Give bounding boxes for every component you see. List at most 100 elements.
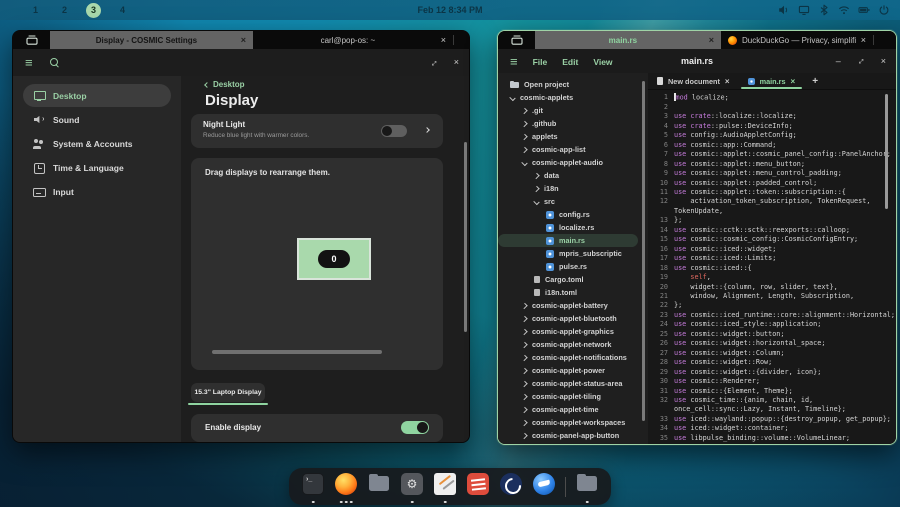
tree-item-cosmic-applet-audio[interactable]: cosmic-applet-audio bbox=[498, 156, 648, 169]
tree-item-data[interactable]: data bbox=[498, 169, 648, 182]
vertical-scrollbar[interactable] bbox=[885, 94, 888, 209]
power-icon[interactable] bbox=[878, 4, 890, 16]
dock-item-thunderbird[interactable] bbox=[532, 468, 556, 505]
enable-display-toggle[interactable] bbox=[401, 421, 429, 434]
tree-item-cosmic-applet-status-area[interactable]: cosmic-applet-status-area bbox=[498, 377, 648, 390]
document-tabs: New document×main.rs×+ bbox=[648, 73, 896, 90]
workspace-3[interactable]: 3 bbox=[86, 3, 101, 18]
tree-item-mpris-subscriptic[interactable]: mpris_subscriptic bbox=[498, 247, 648, 260]
sidebar-item-sound[interactable]: Sound bbox=[23, 108, 171, 131]
tree-item-cosmic-applet-bluetooth[interactable]: cosmic-applet-bluetooth bbox=[498, 312, 648, 325]
sidebar-item-system-accounts[interactable]: System & Accounts bbox=[23, 132, 171, 155]
vertical-scrollbar[interactable] bbox=[642, 81, 645, 421]
close-tab-icon[interactable]: × bbox=[725, 77, 730, 86]
tree-item-cosmic-applet-battery[interactable]: cosmic-applet-battery bbox=[498, 299, 648, 312]
horizontal-scrollbar[interactable] bbox=[212, 350, 382, 354]
code-editor[interactable]: 1mod localize;23use crate::localize::loc… bbox=[648, 90, 896, 444]
workspace-4[interactable]: 4 bbox=[115, 3, 130, 18]
settings-sidebar: DesktopSoundSystem & AccountsTime & Lang… bbox=[13, 76, 181, 442]
search-icon[interactable] bbox=[50, 58, 60, 68]
system-tray[interactable] bbox=[778, 0, 890, 20]
tree-item-main-rs[interactable]: main.rs bbox=[498, 234, 638, 247]
tree-item-cosmic-applet-time[interactable]: cosmic-applet-time bbox=[498, 403, 648, 416]
dock-item-terminal[interactable] bbox=[301, 468, 325, 505]
tree-item-cosmic-applet-tiling[interactable]: cosmic-applet-tiling bbox=[498, 390, 648, 403]
dock-item-todoist[interactable] bbox=[466, 468, 490, 505]
tree-item-label: pulse.rs bbox=[559, 262, 587, 271]
sidebar-item-time-language[interactable]: Time & Language bbox=[23, 156, 171, 179]
tree-item-src[interactable]: src bbox=[498, 195, 648, 208]
window-stack-button[interactable] bbox=[13, 31, 50, 49]
dock-item-mattermost[interactable] bbox=[499, 468, 523, 505]
dock-item-settings[interactable] bbox=[400, 468, 424, 505]
workspace-switcher[interactable]: 1234 bbox=[28, 3, 130, 18]
window-stack-button[interactable] bbox=[498, 31, 535, 49]
window-tab-firefox[interactable]: DuckDuckGo — Privacy, simplified. — Mozi… bbox=[721, 31, 873, 49]
workspace-1[interactable]: 1 bbox=[28, 3, 43, 18]
minimize-icon[interactable]: – bbox=[836, 57, 841, 66]
code-text: activation_token_subscription, TokenRequ… bbox=[674, 197, 870, 206]
vertical-scrollbar[interactable] bbox=[464, 142, 467, 332]
tree-item--git[interactable]: .git bbox=[498, 104, 648, 117]
workspace-2[interactable]: 2 bbox=[57, 3, 72, 18]
back-link[interactable]: Desktop bbox=[205, 80, 245, 89]
tree-item-cosmic-applet-power[interactable]: cosmic-applet-power bbox=[498, 364, 648, 377]
maximize-icon[interactable]: ↔ bbox=[427, 55, 441, 69]
tree-item-cosmic-applet-graphics[interactable]: cosmic-applet-graphics bbox=[498, 325, 648, 338]
battery-icon[interactable] bbox=[858, 4, 870, 16]
dock-item-firefox[interactable] bbox=[334, 468, 358, 505]
tree-item--github[interactable]: .github bbox=[498, 117, 648, 130]
dock-item-files[interactable] bbox=[367, 468, 391, 505]
close-tab-icon[interactable]: × bbox=[791, 77, 796, 86]
menu-edit[interactable]: Edit bbox=[562, 57, 578, 67]
tree-item-cargo-toml[interactable]: Cargo.toml bbox=[498, 273, 648, 286]
code-line: 20 widget::{column, row, slider, text}, bbox=[654, 283, 896, 292]
close-tab-icon[interactable]: × bbox=[861, 36, 866, 45]
menu-file[interactable]: File bbox=[533, 57, 548, 67]
tree-item-open-project[interactable]: Open project bbox=[498, 78, 648, 91]
close-icon[interactable]: × bbox=[454, 58, 459, 67]
close-tab-icon[interactable]: × bbox=[241, 36, 246, 45]
night-light-toggle[interactable] bbox=[381, 125, 407, 137]
dock-item-folder[interactable] bbox=[575, 468, 599, 505]
display-thumbnail[interactable]: 0 bbox=[297, 238, 371, 280]
line-number: 9 bbox=[654, 169, 668, 178]
window-tab-settings[interactable]: Display - COSMIC Settings × bbox=[50, 31, 253, 49]
doc-tab-new-document[interactable]: New document× bbox=[648, 73, 739, 89]
window-tab-editor[interactable]: main.rs × bbox=[535, 31, 721, 49]
sidebar-item-input[interactable]: Input bbox=[23, 180, 171, 203]
window-tab-terminal[interactable]: carl@pop-os: ~ × bbox=[253, 31, 453, 49]
tree-item-i18n-toml[interactable]: i18n.toml bbox=[498, 286, 648, 299]
maximize-icon[interactable]: ↔ bbox=[854, 54, 868, 68]
tree-item-config-rs[interactable]: config.rs bbox=[498, 208, 648, 221]
close-icon[interactable]: × bbox=[881, 57, 886, 66]
tree-item-applets[interactable]: applets bbox=[498, 130, 648, 143]
night-light-card[interactable]: Night Light Reduce blue light with warme… bbox=[191, 114, 443, 148]
clock[interactable]: Feb 12 8:34 PM bbox=[417, 5, 482, 15]
tree-item-cosmic-applet-notifications[interactable]: cosmic-applet-notifications bbox=[498, 351, 648, 364]
tree-item-cosmic-app-list[interactable]: cosmic-app-list bbox=[498, 143, 648, 156]
volume-icon[interactable] bbox=[778, 4, 790, 16]
new-tab-button[interactable]: + bbox=[804, 73, 826, 89]
bluetooth-icon[interactable] bbox=[818, 4, 830, 16]
tree-item-cosmic-applet-network[interactable]: cosmic-applet-network bbox=[498, 338, 648, 351]
close-tab-icon[interactable]: × bbox=[441, 36, 446, 45]
tree-item-cosmic-applets[interactable]: cosmic-applets bbox=[498, 91, 648, 104]
tab-laptop-display[interactable]: 15.3" Laptop Display bbox=[191, 383, 265, 402]
editor-menubar[interactable]: ≡ FileEditView main.rs – ↔ × bbox=[498, 49, 896, 73]
tree-item-cosmic-panel-app-button[interactable]: cosmic-panel-app-button bbox=[498, 429, 648, 442]
dock-item-text-editor[interactable] bbox=[433, 468, 457, 505]
menu-view[interactable]: View bbox=[593, 57, 612, 67]
settings-titlebar[interactable]: ≡ ↔ × bbox=[13, 49, 469, 76]
tree-item-pulse-rs[interactable]: pulse.rs bbox=[498, 260, 648, 273]
doc-tab-main-rs[interactable]: main.rs× bbox=[739, 73, 805, 89]
tree-item-localize-rs[interactable]: localize.rs bbox=[498, 221, 648, 234]
display-icon[interactable] bbox=[798, 4, 810, 16]
menu-icon[interactable]: ≡ bbox=[25, 56, 33, 69]
close-tab-icon[interactable]: × bbox=[709, 36, 714, 45]
sidebar-item-desktop[interactable]: Desktop bbox=[23, 84, 171, 107]
wifi-icon[interactable] bbox=[838, 4, 850, 16]
tree-item-cosmic-applet-workspaces[interactable]: cosmic-applet-workspaces bbox=[498, 416, 648, 429]
menu-icon[interactable]: ≡ bbox=[510, 55, 518, 68]
tree-item-i18n[interactable]: i18n bbox=[498, 182, 648, 195]
